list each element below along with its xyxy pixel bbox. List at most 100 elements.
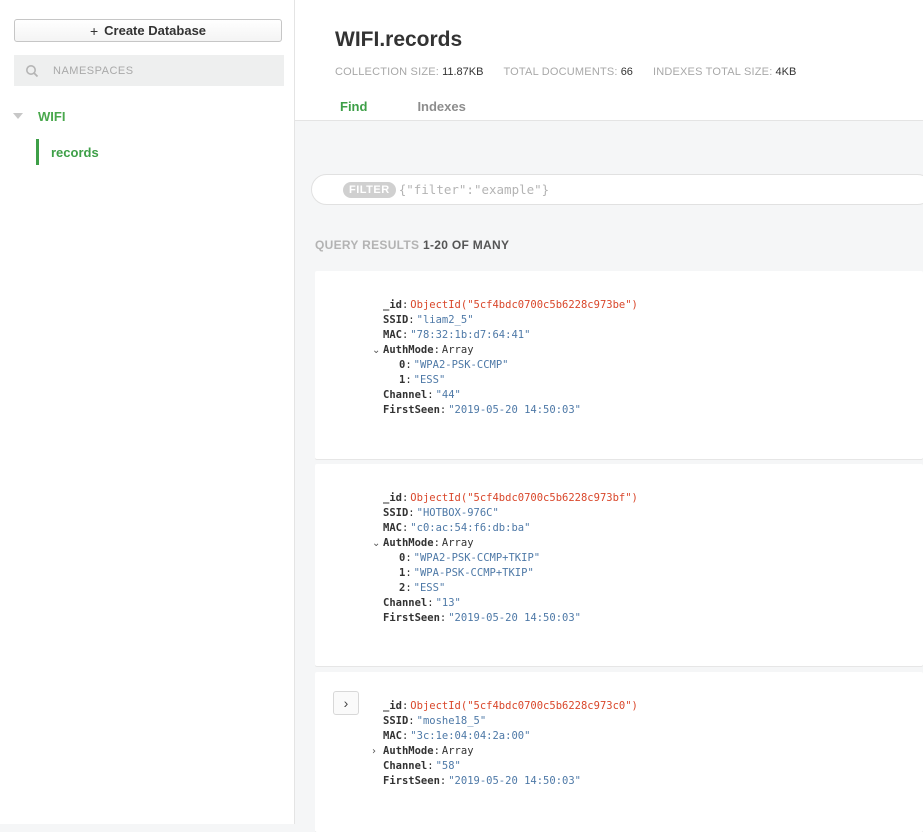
field-value[interactable]: "2019-05-20 14:50:03"	[448, 612, 581, 624]
field-key: SSID	[383, 715, 409, 727]
field-value[interactable]: "44"	[436, 389, 461, 401]
collection-tabs: Find Indexes	[340, 99, 466, 114]
field-authmode: ⌄ AuthMode: Array	[372, 537, 474, 549]
expanded-arrow-icon[interactable]: ⌄	[372, 536, 380, 551]
array-item: 2: "ESS"	[399, 582, 446, 594]
field-key: SSID	[383, 507, 409, 519]
caret-down-icon[interactable]	[13, 113, 23, 119]
collection-name: records	[51, 144, 99, 160]
field-value[interactable]: "2019-05-20 14:50:03"	[448, 404, 581, 416]
tab-indexes[interactable]: Indexes	[417, 99, 465, 114]
document-card[interactable]: _id: ObjectId("5cf4bdc0700c5b6228c973be")…	[315, 271, 923, 459]
field-key: Channel	[383, 760, 428, 772]
field-key: _id	[383, 700, 402, 712]
sidebar-collection-records[interactable]: records	[36, 139, 99, 165]
array-value[interactable]: "WPA-PSK-CCMP+TKIP"	[414, 567, 534, 579]
expand-document-button[interactable]: ›	[333, 691, 359, 715]
field-authmode: ⌄ AuthMode: Array	[372, 344, 474, 356]
create-database-label: Create Database	[104, 23, 207, 38]
array-item: 0: "WPA2-PSK-CCMP+TKIP"	[399, 552, 541, 564]
field-key: MAC	[383, 522, 402, 534]
field-key: FirstSeen	[383, 612, 440, 624]
field-authmode: › AuthMode: Array	[372, 745, 474, 757]
field-value[interactable]: "moshe18_5"	[417, 715, 487, 727]
query-results-title: QUERY RESULTS	[315, 238, 420, 252]
array-value[interactable]: "WPA2-PSK-CCMP"	[414, 359, 509, 371]
field-mac: MAC: "78:32:1b:d7:64:41"	[383, 329, 531, 341]
field-type: Array	[441, 344, 474, 356]
sidebar-database-wifi[interactable]: WIFI	[13, 107, 65, 125]
total-documents-label: TOTAL DOCUMENTS:	[503, 66, 618, 78]
chevron-right-icon: ›	[343, 695, 349, 711]
sidebar: + Create Database WIFI records	[0, 0, 295, 824]
field-channel: Channel: "44"	[383, 389, 461, 401]
field-value[interactable]: "58"	[436, 760, 461, 772]
indexes-size-value: 4KB	[775, 66, 797, 78]
search-icon	[26, 64, 39, 77]
field-value[interactable]: ObjectId("5cf4bdc0700c5b6228c973be")	[410, 299, 638, 311]
field-firstseen: FirstSeen: "2019-05-20 14:50:03"	[383, 612, 581, 624]
field-ssid: SSID: "moshe18_5"	[383, 715, 487, 727]
total-documents-value: 66	[620, 66, 633, 78]
field-value[interactable]: ObjectId("5cf4bdc0700c5b6228c973bf")	[410, 492, 638, 504]
field-key: AuthMode	[383, 537, 434, 549]
field-key: AuthMode	[383, 344, 434, 356]
field-key: Channel	[383, 389, 428, 401]
page-title: WIFI.records	[335, 28, 463, 51]
field-value[interactable]: "3c:1e:04:04:2a:00"	[410, 730, 530, 742]
field-key: Channel	[383, 597, 428, 609]
create-database-button[interactable]: + Create Database	[14, 19, 282, 42]
field-value[interactable]: "liam2_5"	[417, 314, 474, 326]
field-key: FirstSeen	[383, 404, 440, 416]
field-key: FirstSeen	[383, 775, 440, 787]
tab-find[interactable]: Find	[340, 99, 367, 114]
field-value[interactable]: "13"	[436, 597, 461, 609]
filter-bar[interactable]: FILTER {"filter":"example"}	[311, 174, 923, 205]
namespace-search-input[interactable]	[51, 63, 275, 78]
collection-stats: COLLECTION SIZE: 11.87KB TOTAL DOCUMENTS…	[335, 66, 816, 78]
field-key: _id	[383, 299, 402, 311]
field-ssid: SSID: "liam2_5"	[383, 314, 474, 326]
field-mac: MAC: "c0:ac:54:f6:db:ba"	[383, 522, 531, 534]
array-value[interactable]: "WPA2-PSK-CCMP+TKIP"	[414, 552, 540, 564]
collection-header: WIFI.records COLLECTION SIZE: 11.87KB TO…	[295, 0, 923, 121]
filter-input[interactable]: {"filter":"example"}	[399, 182, 550, 197]
field-value[interactable]: "HOTBOX-976C"	[417, 507, 499, 519]
query-results-range: 1-20 OF MANY	[423, 238, 510, 252]
array-item: 1: "WPA-PSK-CCMP+TKIP"	[399, 567, 534, 579]
collection-size-label: COLLECTION SIZE:	[335, 66, 440, 78]
document-card[interactable]: › _id: ObjectId("5cf4bdc0700c5b6228c973c0…	[315, 672, 923, 832]
field-mac: MAC: "3c:1e:04:04:2a:00"	[383, 730, 531, 742]
plus-icon: +	[89, 22, 99, 39]
field-value[interactable]: "c0:ac:54:f6:db:ba"	[410, 522, 530, 534]
field-key: SSID	[383, 314, 409, 326]
field-key: MAC	[383, 329, 402, 341]
filter-badge: FILTER	[343, 181, 396, 198]
field-type: Array	[441, 537, 474, 549]
field-id: _id: ObjectId("5cf4bdc0700c5b6228c973be")	[383, 299, 638, 311]
query-results-label: QUERY RESULTS 1-20 OF MANY	[315, 238, 509, 252]
array-item: 1: "ESS"	[399, 374, 446, 386]
array-value[interactable]: "ESS"	[414, 582, 446, 594]
field-value[interactable]: "2019-05-20 14:50:03"	[448, 775, 581, 787]
field-key: _id	[383, 492, 402, 504]
expanded-arrow-icon[interactable]: ⌄	[372, 343, 380, 358]
collection-size-value: 11.87KB	[442, 66, 484, 78]
field-value[interactable]: ObjectId("5cf4bdc0700c5b6228c973c0")	[410, 700, 638, 712]
array-value[interactable]: "ESS"	[414, 374, 446, 386]
field-id: _id: ObjectId("5cf4bdc0700c5b6228c973c0")	[383, 700, 638, 712]
document-fields: _id: ObjectId("5cf4bdc0700c5b6228c973c0")…	[372, 699, 638, 789]
field-key: MAC	[383, 730, 402, 742]
array-item: 0: "WPA2-PSK-CCMP"	[399, 359, 509, 371]
field-type: Array	[441, 745, 474, 757]
field-key: AuthMode	[383, 745, 434, 757]
document-card[interactable]: _id: ObjectId("5cf4bdc0700c5b6228c973bf")…	[315, 464, 923, 666]
field-channel: Channel: "13"	[383, 597, 461, 609]
field-value[interactable]: "78:32:1b:d7:64:41"	[410, 329, 530, 341]
document-fields: _id: ObjectId("5cf4bdc0700c5b6228c973bf")…	[372, 491, 638, 626]
document-fields: _id: ObjectId("5cf4bdc0700c5b6228c973be")…	[372, 298, 638, 418]
field-firstseen: FirstSeen: "2019-05-20 14:50:03"	[383, 775, 581, 787]
collapsed-arrow-icon[interactable]: ›	[372, 744, 376, 759]
namespace-search[interactable]	[14, 55, 284, 86]
field-ssid: SSID: "HOTBOX-976C"	[383, 507, 499, 519]
